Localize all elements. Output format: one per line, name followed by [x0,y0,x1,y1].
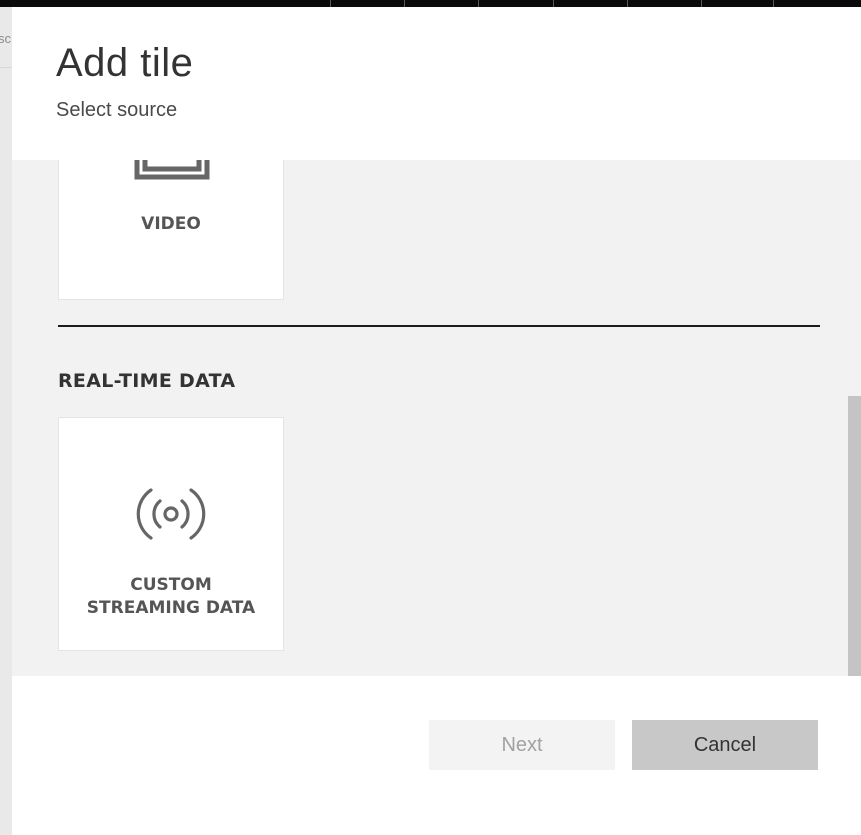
tile-source-list[interactable]: VIDEO REAL-TIME DATA CUSTOM STREAMING DA… [12,160,861,676]
cancel-button[interactable]: Cancel [632,720,818,770]
streaming-data-icon [136,488,206,540]
tile-video-label: VIDEO [141,214,201,234]
tile-custom-streaming-data[interactable]: CUSTOM STREAMING DATA [58,417,284,651]
add-tile-dialog: Add tile Select source VIDEO REAL-TIME D… [12,7,861,835]
background-text-fragment: sc [0,31,11,46]
dialog-title: Add tile [56,41,194,85]
video-icon [134,160,210,180]
dialog-subtitle: Select source [56,99,178,121]
background-page: sc [0,7,12,835]
tile-video[interactable]: VIDEO [58,160,284,300]
content-scrollbar-thumb[interactable] [848,396,861,676]
section-divider [58,325,820,327]
window-top-bar [0,0,861,7]
tile-custom-streaming-data-label: CUSTOM STREAMING DATA [86,575,256,618]
next-button[interactable]: Next [429,720,615,770]
section-heading-real-time-data: REAL-TIME DATA [58,370,236,392]
